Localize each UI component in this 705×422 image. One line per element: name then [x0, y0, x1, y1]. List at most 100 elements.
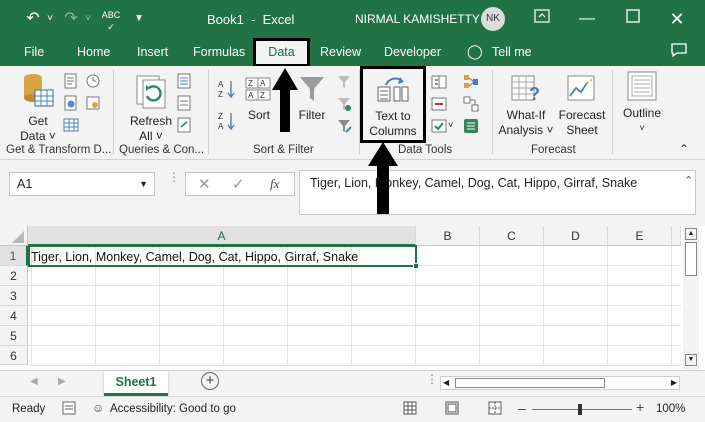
advanced-filter-icon[interactable] — [336, 118, 352, 134]
worksheet-grid[interactable]: A B C D E 1 2 3 4 5 6 Tiger, Lion, Monke… — [0, 226, 705, 370]
lightbulb-icon[interactable]: ◯ — [467, 43, 483, 60]
add-sheet-icon[interactable]: + — [201, 372, 219, 390]
row-header-6[interactable]: 6 — [0, 346, 28, 365]
clear-filter-icon[interactable] — [336, 74, 352, 90]
text-to-columns-button[interactable]: Text to Columns — [360, 66, 426, 143]
formula-input[interactable]: Tiger, Lion, Monkey, Camel, Dog, Cat, Hi… — [299, 170, 696, 215]
cell-a1[interactable]: Tiger, Lion, Monkey, Camel, Dog, Cat, Hi… — [31, 248, 358, 266]
page-break-view-icon[interactable] — [488, 401, 502, 418]
outline-button[interactable]: Outline ˅ — [618, 70, 666, 136]
enter-icon[interactable]: ✓ — [232, 175, 245, 193]
maximize-icon[interactable] — [624, 9, 642, 29]
tab-file[interactable]: File — [24, 45, 44, 59]
recent-sources-icon[interactable] — [85, 73, 101, 89]
vertical-scroll-thumb[interactable] — [685, 242, 697, 276]
formula-bar-grip-icon[interactable]: ⋮ — [168, 171, 180, 183]
existing-connections-icon[interactable] — [85, 95, 101, 111]
prev-sheet-icon[interactable]: ◀ — [30, 376, 38, 387]
edit-links-icon[interactable] — [176, 117, 192, 133]
column-header-b[interactable]: B — [416, 226, 480, 246]
column-header-d[interactable]: D — [544, 226, 608, 246]
reapply-icon[interactable] — [336, 96, 352, 112]
undo-icon[interactable]: ↶ — [22, 9, 44, 29]
page-layout-view-icon[interactable] — [445, 401, 459, 418]
macro-record-icon[interactable] — [62, 401, 76, 418]
scroll-down-icon[interactable]: ▼ — [685, 354, 697, 366]
insert-function-icon[interactable]: fx — [270, 176, 279, 192]
column-header-a[interactable]: A — [28, 226, 416, 246]
get-data-button[interactable]: Get Data ˅ — [16, 72, 60, 144]
column-header-f[interactable] — [672, 226, 681, 246]
relationships-icon[interactable] — [463, 96, 479, 112]
normal-view-icon[interactable] — [403, 401, 417, 418]
tab-review[interactable]: Review — [320, 45, 361, 59]
zoom-in-icon[interactable]: + — [636, 399, 644, 415]
data-validation-dropdown-icon[interactable]: ˅ — [448, 120, 456, 136]
scroll-right-icon[interactable]: ▶ — [671, 377, 677, 389]
from-text-icon[interactable] — [63, 73, 79, 89]
undo-dropdown-icon[interactable]: ˅ — [44, 9, 56, 29]
row-header-1[interactable]: 1 — [0, 246, 28, 266]
zoom-slider-thumb[interactable] — [578, 404, 582, 415]
svg-text:Z: Z — [218, 90, 223, 99]
sheet-tab-sheet1[interactable]: Sheet1 — [104, 371, 168, 396]
scroll-up-icon[interactable]: ▲ — [685, 228, 697, 240]
properties-icon[interactable] — [176, 95, 192, 111]
tab-data[interactable]: Data — [253, 38, 310, 67]
tab-developer[interactable]: Developer — [384, 45, 441, 59]
redo-icon[interactable]: ↷ — [60, 9, 82, 29]
sort-a-z-icon[interactable]: AZ — [218, 79, 236, 99]
spelling-icon[interactable]: ABC ✓ — [100, 9, 122, 32]
scroll-left-icon[interactable]: ◀ — [443, 377, 449, 389]
cancel-icon[interactable]: ✕ — [198, 175, 211, 193]
from-table-icon[interactable] — [63, 117, 79, 133]
ribbon-display-options-icon[interactable] — [533, 9, 551, 29]
customize-toolbar-icon[interactable]: ▼ — [132, 9, 146, 29]
data-model-icon[interactable] — [463, 118, 479, 134]
close-icon[interactable]: ✕ — [668, 9, 686, 29]
sort-z-a-icon[interactable]: ZA — [218, 111, 236, 131]
redo-dropdown-icon[interactable]: ˅ — [82, 9, 94, 29]
accessibility-icon[interactable]: ☺ — [92, 401, 104, 415]
vertical-scrollbar[interactable]: ▲ ▼ — [683, 226, 699, 370]
tab-insert[interactable]: Insert — [137, 45, 168, 59]
name-box-dropdown-icon[interactable]: ▼ — [139, 173, 148, 195]
tab-tell-me[interactable]: Tell me — [492, 45, 532, 59]
status-accessibility[interactable]: Accessibility: Good to go — [110, 403, 236, 415]
filter-button[interactable]: Filter — [294, 74, 330, 123]
zoom-slider[interactable] — [532, 409, 632, 410]
avatar[interactable]: NK — [481, 7, 505, 31]
expand-formula-bar-icon[interactable]: ⌃ — [684, 174, 693, 187]
horizontal-scrollbar[interactable]: ◀ ▶ — [440, 376, 680, 390]
row-header-5[interactable]: 5 — [0, 326, 28, 346]
row-header-4[interactable]: 4 — [0, 306, 28, 326]
refresh-all-button[interactable]: Refresh All ˅ — [126, 72, 176, 144]
queries-connections-icon[interactable] — [176, 73, 192, 89]
forecast-sheet-button[interactable]: Forecast Sheet — [556, 74, 608, 138]
comments-icon[interactable] — [670, 42, 688, 61]
select-all-corner[interactable] — [0, 226, 28, 246]
tab-home[interactable]: Home — [77, 45, 110, 59]
column-header-c[interactable]: C — [480, 226, 544, 246]
collapse-ribbon-icon[interactable]: ⌃ — [679, 142, 689, 156]
row-header-2[interactable]: 2 — [0, 266, 28, 286]
tab-splitter-icon[interactable]: ⋮ — [426, 373, 438, 385]
what-if-analysis-button[interactable]: ? What-If Analysis ˅ — [498, 74, 554, 138]
from-web-icon[interactable] — [63, 95, 79, 111]
tab-formulas[interactable]: Formulas — [193, 45, 245, 59]
consolidate-icon[interactable] — [463, 74, 479, 90]
sort-button[interactable]: Z A A Z Sort — [242, 76, 276, 123]
next-sheet-icon[interactable]: ▶ — [58, 376, 66, 387]
horizontal-scroll-thumb[interactable] — [455, 378, 605, 388]
name-box[interactable]: A1 ▼ — [9, 172, 155, 196]
data-validation-icon[interactable] — [431, 118, 447, 134]
svg-text:?: ? — [529, 84, 540, 104]
row-header-3[interactable]: 3 — [0, 286, 28, 306]
minimize-icon[interactable]: — — [578, 9, 596, 29]
zoom-level[interactable]: 100% — [656, 403, 685, 415]
column-header-e[interactable]: E — [608, 226, 672, 246]
remove-duplicates-icon[interactable] — [431, 96, 447, 112]
flash-fill-icon[interactable] — [431, 74, 447, 90]
zoom-out-icon[interactable]: – — [518, 400, 526, 416]
fill-handle[interactable] — [413, 263, 419, 269]
